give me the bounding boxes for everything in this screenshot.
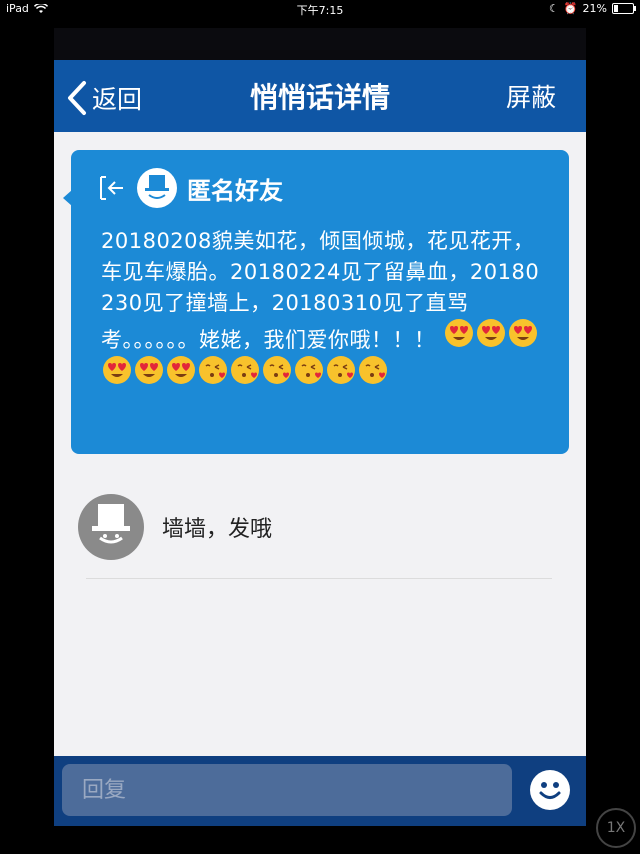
smiley-icon — [539, 782, 561, 799]
bubble-tail — [63, 190, 72, 206]
message-bubble: 匿名好友 20180208貌美如花，倾国倾城，花见花开，车见车爆胎。201802… — [63, 150, 569, 454]
sender-name: 匿名好友 — [187, 176, 283, 205]
kissing-heart-emoji-icon — [199, 356, 227, 384]
reply-input[interactable] — [62, 764, 512, 816]
status-bar: iPad 下午7:15 ☾ ⏰ 21% — [0, 0, 640, 18]
window-top-frame — [54, 28, 586, 60]
top-hat-icon — [145, 175, 169, 199]
heart-eyes-emoji-icon — [444, 319, 473, 347]
heart-eyes-emoji-icon — [135, 356, 163, 384]
status-right: ☾ ⏰ 21% — [548, 2, 636, 15]
heart-eyes-emoji-icon — [476, 319, 505, 347]
anonymous-avatar — [137, 168, 177, 208]
heart-eyes-emoji-icon — [167, 356, 195, 384]
zoom-button[interactable]: 1X — [596, 808, 636, 848]
message-text: 20180208貌美如花，倾国倾城，花见花开，车见车爆胎。20180224见了留… — [101, 226, 547, 393]
battery-icon — [612, 3, 636, 14]
alarm-icon: ⏰ — [563, 2, 578, 15]
emoji-button[interactable] — [530, 770, 570, 810]
kissing-heart-emoji-icon — [327, 356, 355, 384]
moon-icon: ☾ — [548, 2, 559, 15]
reply-text: 墙墙，发哦 — [162, 517, 273, 542]
status-time: 下午7:15 — [296, 4, 344, 17]
app-window: 返回 悄悄话详情 屏蔽 匿名好友 20180208貌美如花，倾国倾城，花见花开，… — [54, 60, 586, 826]
block-button[interactable]: 屏蔽 — [506, 78, 556, 118]
top-hat-icon — [92, 504, 130, 544]
navigation-bar: 返回 悄悄话详情 屏蔽 — [54, 60, 586, 132]
reply-bar — [54, 756, 586, 826]
reply-avatar — [78, 494, 144, 560]
heart-eyes-emoji-icon — [103, 356, 131, 384]
reply-item[interactable]: 墙墙，发哦 — [78, 492, 548, 562]
kissing-heart-emoji-icon — [359, 356, 387, 384]
divider — [86, 578, 552, 579]
kissing-heart-emoji-icon — [263, 356, 291, 384]
kissing-heart-emoji-icon — [295, 356, 323, 384]
exit-icon[interactable] — [97, 173, 127, 203]
heart-eyes-emoji-icon — [508, 319, 537, 347]
kissing-heart-emoji-icon — [231, 356, 259, 384]
message-header: 匿名好友 — [97, 168, 283, 208]
battery-percent: 21% — [582, 2, 607, 15]
battery-fill — [614, 5, 618, 12]
